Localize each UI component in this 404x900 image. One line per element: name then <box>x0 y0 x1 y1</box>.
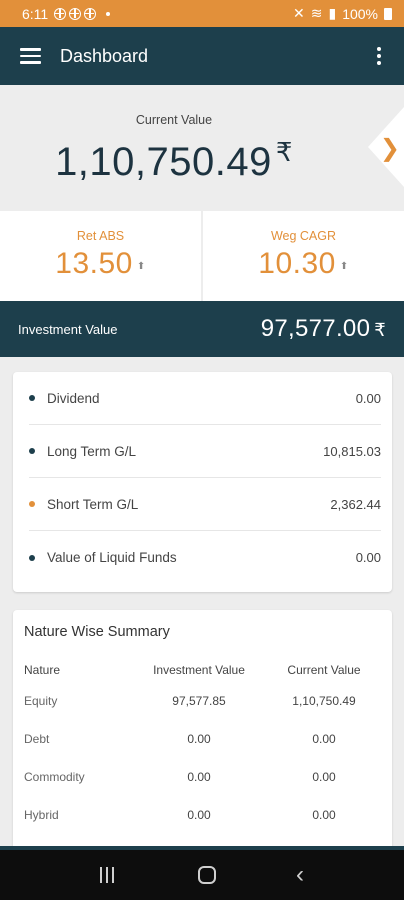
table-cell: Debt <box>24 732 50 746</box>
hamburger-menu-icon[interactable] <box>0 27 60 85</box>
current-value-section: Current Value 1,10,750.49 ₹ ❯ <box>0 85 404 211</box>
battery-icon <box>384 7 392 20</box>
table-cell: Hybrid <box>24 808 59 822</box>
current-value-amount: 1,10,750.49 ₹ <box>0 137 348 185</box>
list-item: Long Term G/L 10,815.03 <box>29 425 381 478</box>
list-item-label: Dividend <box>47 390 100 406</box>
list-item-value: 0.00 <box>355 550 381 565</box>
wifi-icon: ≋ <box>310 5 323 21</box>
weg-cagr-value: 10.30 ⬆ <box>203 247 404 281</box>
table-cell: 0.00 <box>187 770 211 784</box>
battery-level: 100% <box>342 5 378 22</box>
ret-abs-card: Ret ABS 13.50 ⬆ <box>0 211 201 301</box>
nature-summary-card: Nature Wise Summary Nature Investment Va… <box>13 610 392 850</box>
recent-apps-icon[interactable] <box>100 867 118 883</box>
list-item-label: Value of Liquid Funds <box>47 550 177 565</box>
list-item-value: 0.00 <box>355 390 381 406</box>
status-time: 6:11 <box>22 5 49 22</box>
ret-abs-value: 13.50 ⬆ <box>0 247 201 281</box>
bullet-icon <box>29 395 35 401</box>
table-row: Commodity 0.00 0.00 <box>24 758 384 796</box>
ret-abs-number: 13.50 <box>55 247 133 280</box>
nature-summary-table: Nature Investment Value Current Value Eq… <box>24 658 384 834</box>
table-row: Hybrid 0.00 0.00 <box>24 796 384 834</box>
weg-cagr-label: Weg CAGR <box>270 229 337 243</box>
home-icon[interactable] <box>198 866 216 884</box>
bullet-icon <box>29 554 35 561</box>
table-header-row: Nature Investment Value Current Value <box>24 658 384 682</box>
system-nav-bar: ‹ <box>0 850 404 900</box>
dot-icon <box>106 11 111 16</box>
bullet-icon <box>29 501 35 507</box>
list-item: Short Term G/L 2,362.44 <box>29 478 381 531</box>
gains-card: Dividend 0.00 Long Term G/L 10,815.03 Short … <box>13 372 392 592</box>
table-cell: 0.00 <box>187 732 211 746</box>
mute-icon: ✕ <box>293 5 305 21</box>
list-item-value: 10,815.03 <box>323 443 381 459</box>
column-header: Current Value <box>287 663 361 677</box>
ret-abs-label: Ret ABS <box>76 229 125 243</box>
list-item-label: Short Term G/L <box>47 496 139 512</box>
arrow-up-icon: ⬆ <box>339 261 349 272</box>
table-cell: 1,10,750.49 <box>292 694 356 708</box>
next-page-button[interactable]: ❯ <box>368 107 404 187</box>
list-item-label: Long Term G/L <box>47 443 137 459</box>
current-value-number: 1,10,750.49 <box>55 140 272 184</box>
table-cell: 0.00 <box>312 732 336 746</box>
list-item: Dividend 0.00 <box>29 372 381 425</box>
notification-icon <box>84 7 97 20</box>
notification-icon <box>69 7 82 20</box>
weg-cagr-card: Weg CAGR 10.30 ⬆ <box>203 211 404 301</box>
table-cell: Equity <box>24 694 58 708</box>
investment-value-number: 97,577.00 <box>260 315 371 342</box>
weg-cagr-number: 10.30 <box>258 247 336 280</box>
investment-value-label: Investment Value <box>18 321 118 337</box>
signal-icon: ▮ <box>328 5 337 21</box>
arrow-up-icon: ⬆ <box>136 261 146 272</box>
table-cell: 0.00 <box>312 808 336 822</box>
status-bar: 6:11 ✕ ≋ ▮ 100% <box>0 0 404 27</box>
table-cell: 97,577.85 <box>172 694 226 708</box>
list-item-value: 2,362.44 <box>330 496 381 512</box>
table-row: Equity 97,577.85 1,10,750.49 <box>24 682 384 720</box>
page-title: Dashboard <box>60 45 149 66</box>
table-row: Debt 0.00 0.00 <box>24 720 384 758</box>
column-header: Investment Value <box>153 663 245 677</box>
back-icon[interactable]: ‹ <box>296 863 304 887</box>
notification-icon <box>54 7 67 20</box>
rupee-icon: ₹ <box>374 320 386 340</box>
list-item: Value of Liquid Funds 0.00 <box>29 531 381 584</box>
investment-value-bar: Investment Value 97,577.00 ₹ <box>0 301 404 357</box>
table-cell: 0.00 <box>312 770 336 784</box>
table-cell: Commodity <box>24 770 85 784</box>
bullet-icon <box>29 448 35 454</box>
investment-value-amount: 97,577.00 ₹ <box>261 315 386 343</box>
table-cell: 0.00 <box>187 808 211 822</box>
nature-summary-title: Nature Wise Summary <box>24 624 170 640</box>
column-header: Nature <box>24 663 61 677</box>
chevron-right-icon: ❯ <box>379 135 400 162</box>
rupee-icon: ₹ <box>275 137 293 167</box>
current-value-label: Current Value <box>135 113 213 127</box>
more-options-icon[interactable] <box>354 27 404 85</box>
app-bar: Dashboard <box>0 27 404 85</box>
returns-row: Ret ABS 13.50 ⬆ Weg CAGR 10.30 ⬆ <box>0 211 404 301</box>
